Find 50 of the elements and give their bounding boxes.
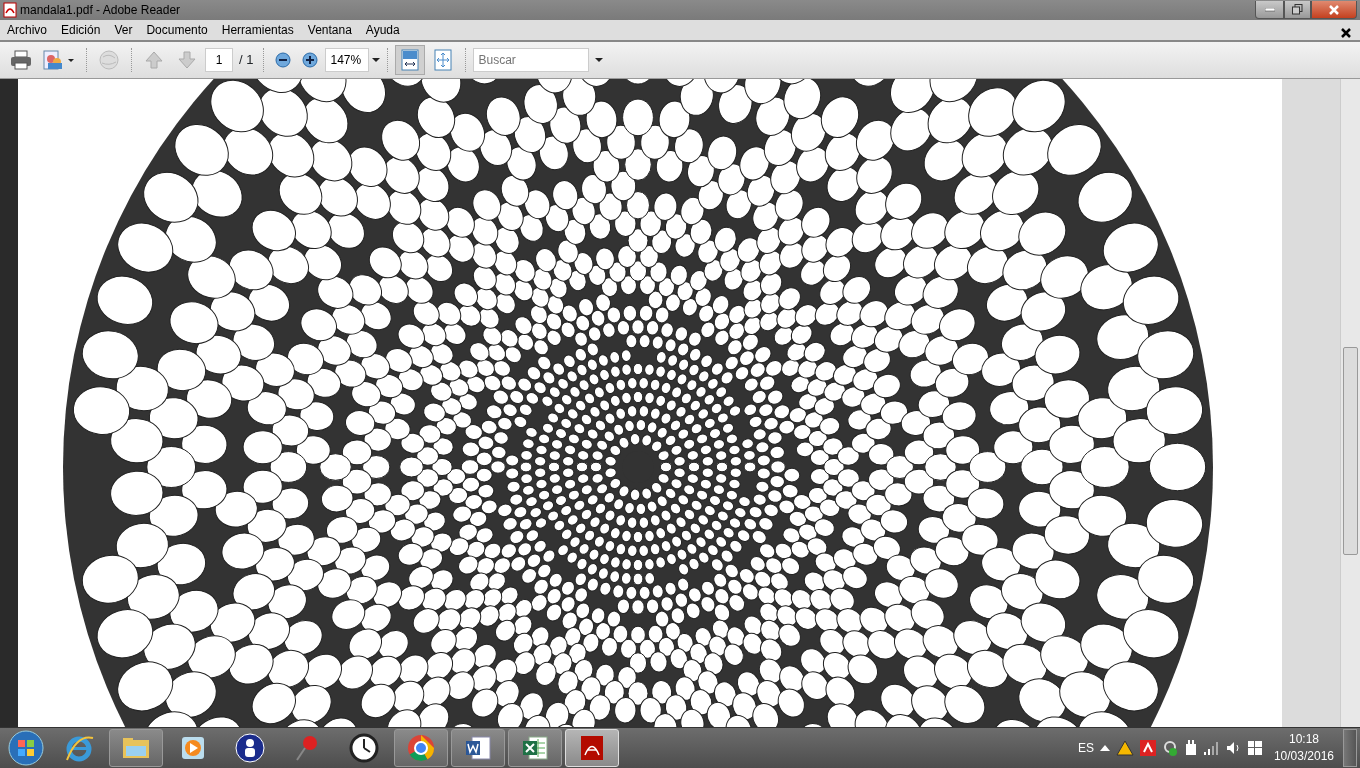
sync-icon[interactable] (1161, 740, 1178, 756)
time-text: 10:18 (1287, 731, 1320, 748)
printer-icon (10, 50, 32, 70)
minimize-icon (1264, 7, 1275, 12)
warning-icon[interactable] (1115, 740, 1134, 756)
people-icon (42, 49, 76, 71)
zoom-field[interactable]: 147% (325, 48, 370, 72)
person-icon (234, 732, 266, 764)
language-indicator[interactable]: ES (1077, 739, 1094, 757)
menu-item[interactable]: Ayuda (358, 21, 407, 39)
zoom-dropdown[interactable]: 147% (325, 48, 381, 72)
close-icon (1341, 27, 1351, 38)
fit-width-icon (400, 49, 421, 71)
restore-button[interactable] (1284, 1, 1311, 19)
up-caret-icon[interactable] (1099, 745, 1110, 751)
restore-icon (1292, 4, 1303, 15)
clock-area[interactable]: 10:18 10/03/2016 (1273, 731, 1334, 765)
globe-icon (97, 49, 121, 71)
windows-logo-icon (8, 730, 44, 766)
clock-icon (348, 732, 380, 764)
plus-icon (302, 52, 319, 68)
page-total: / 1 (239, 51, 254, 70)
speaker-icon[interactable] (1225, 741, 1242, 755)
plug-icon[interactable] (1183, 740, 1198, 756)
fit-page-icon (433, 49, 454, 71)
close-icon (1328, 4, 1340, 15)
taskbar-button[interactable] (451, 729, 505, 767)
caret-icon (595, 57, 604, 63)
menu-item[interactable]: Ver (107, 21, 140, 39)
up-arrow-icon (144, 50, 164, 70)
window-title: mandala1.pdf - Adobe Reader (20, 2, 181, 19)
minimize-button[interactable] (1255, 1, 1284, 19)
chrome-ball-icon (405, 732, 437, 764)
close-button[interactable] (1311, 1, 1357, 19)
date-text: 10/03/2016 (1273, 748, 1334, 765)
menu-item[interactable]: Herramientas (214, 21, 301, 39)
page-number-field[interactable]: 1 (205, 48, 233, 72)
signal-bars-icon[interactable] (1203, 741, 1220, 755)
menu-item[interactable]: Edición (54, 21, 108, 39)
pdf-icon (3, 2, 17, 18)
minus-icon (275, 52, 292, 68)
show-desktop-button[interactable] (1343, 729, 1357, 767)
windows-flag-icon[interactable] (1247, 741, 1262, 755)
menu-item[interactable]: Ventana (300, 21, 359, 39)
caret-icon (372, 57, 381, 63)
menu-item[interactable]: Archivo (0, 21, 54, 39)
vertical-scrollbar[interactable] (1340, 79, 1360, 727)
fit-width-button[interactable] (395, 45, 426, 75)
menu-item[interactable]: Documento (139, 21, 215, 39)
down-arrow-icon (177, 50, 197, 70)
